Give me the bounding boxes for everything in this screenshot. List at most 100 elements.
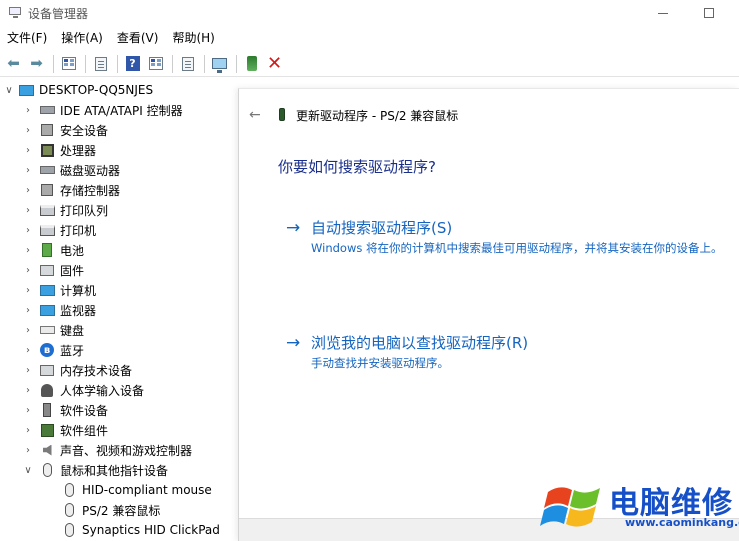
tree-category[interactable]: › 声音、视频和游戏控制器: [23, 440, 192, 460]
tree-category-label: 鼠标和其他指针设备: [60, 463, 169, 478]
tree-category[interactable]: › 内存技术设备: [23, 360, 132, 380]
sound-icon: [39, 443, 55, 458]
chevron-right-icon[interactable]: ›: [23, 245, 33, 256]
auto-search-option[interactable]: → 自动搜索驱动程序(S) Windows 将在你的计算机中搜索最佳可用驱动程序…: [286, 218, 736, 260]
tree-category[interactable]: › 处理器: [23, 140, 96, 160]
tree-category[interactable]: › 安全设备: [23, 120, 108, 140]
wizard-question: 你要如何搜索驱动程序?: [278, 158, 436, 176]
scan-hardware-button[interactable]: [209, 53, 230, 74]
bluetooth-icon: ʙ: [39, 343, 55, 358]
action-pane-button[interactable]: [145, 53, 166, 74]
chevron-right-icon[interactable]: ›: [23, 205, 33, 216]
tree-device[interactable]: PS/2 兼容鼠标: [61, 500, 160, 520]
tree-category-label: 打印队列: [60, 203, 109, 218]
maximize-button[interactable]: [686, 0, 732, 26]
battery-icon: [39, 243, 55, 258]
help-button[interactable]: ?: [122, 53, 143, 74]
chevron-down-icon[interactable]: ∨: [4, 85, 14, 96]
menu-view[interactable]: 查看(V): [110, 28, 166, 48]
chevron-right-icon[interactable]: ›: [23, 385, 33, 396]
tree-category-label: 蓝牙: [60, 343, 85, 358]
tree-category[interactable]: › 存储控制器: [23, 180, 120, 200]
tree-category[interactable]: › ʙ 蓝牙: [23, 340, 84, 360]
chevron-right-icon[interactable]: ›: [23, 425, 33, 436]
chevron-right-icon[interactable]: ›: [23, 265, 33, 276]
software-component-icon: [39, 423, 55, 438]
tree-category-label: 软件设备: [60, 403, 109, 418]
tree-device[interactable]: HID-compliant mouse: [61, 480, 212, 500]
menu-help[interactable]: 帮助(H): [165, 28, 221, 48]
browse-computer-description: 手动查找并安装驱动程序。: [311, 356, 449, 370]
show-hide-console-tree-button[interactable]: [58, 53, 79, 74]
properties-button[interactable]: [90, 53, 111, 74]
print-queue-icon: [39, 203, 55, 218]
device-plug-icon: [246, 56, 257, 71]
tree-category[interactable]: › 计算机: [23, 280, 96, 300]
tree-category-label: 声音、视频和游戏控制器: [60, 443, 193, 458]
menu-file[interactable]: 文件(F): [0, 28, 54, 48]
watermark-url: www.caominkang.com: [625, 516, 739, 529]
uninstall-device-button[interactable]: ✕: [264, 53, 285, 74]
chevron-right-icon[interactable]: ›: [23, 125, 33, 136]
tree-category[interactable]: › 人体学输入设备: [23, 380, 144, 400]
tree-category[interactable]: › 软件组件: [23, 420, 108, 440]
update-driver-button[interactable]: [177, 53, 198, 74]
chevron-right-icon[interactable]: ›: [23, 185, 33, 196]
tree-category[interactable]: › 固件: [23, 260, 84, 280]
tree-category[interactable]: › 键盘: [23, 320, 84, 340]
tree-category-expanded[interactable]: ∨ 鼠标和其他指针设备: [23, 460, 168, 480]
disk-drive-icon: [39, 163, 55, 178]
tree-category[interactable]: › 打印队列: [23, 200, 108, 220]
tree-root[interactable]: ∨ DESKTOP-QQ5NJES: [4, 80, 153, 100]
chevron-right-icon[interactable]: ›: [23, 165, 33, 176]
browse-computer-title[interactable]: 浏览我的电脑以查找驱动程序(R): [311, 333, 528, 353]
chevron-right-icon[interactable]: ›: [23, 365, 33, 376]
chevron-right-icon[interactable]: ›: [23, 345, 33, 356]
tree-root-label: DESKTOP-QQ5NJES: [39, 83, 154, 97]
computer-icon: [18, 83, 34, 98]
tree-category-label: 处理器: [60, 143, 97, 158]
window-title: 设备管理器: [28, 6, 89, 21]
back-arrow-icon[interactable]: ←: [249, 107, 261, 123]
windows-flag-logo: [540, 487, 600, 527]
security-device-icon: [39, 123, 55, 138]
title-bar: 设备管理器: [0, 0, 739, 26]
toolbar-separator: [53, 54, 54, 73]
keyboard-icon: [39, 323, 55, 338]
tree-category-label: IDE ATA/ATAPI 控制器: [60, 103, 183, 118]
add-driver-button[interactable]: [241, 53, 262, 74]
chevron-right-icon[interactable]: ›: [23, 305, 33, 316]
chevron-right-icon[interactable]: ›: [23, 445, 33, 456]
chevron-right-icon[interactable]: ›: [23, 225, 33, 236]
minimize-button[interactable]: [640, 0, 686, 26]
tree-category[interactable]: › 监视器: [23, 300, 96, 320]
chevron-down-icon[interactable]: ∨: [23, 465, 33, 476]
tree-category-label: 计算机: [60, 283, 97, 298]
help-icon: ?: [125, 56, 140, 71]
auto-search-title[interactable]: 自动搜索驱动程序(S): [311, 218, 452, 238]
chevron-right-icon[interactable]: ›: [23, 285, 33, 296]
back-button[interactable]: ⬅: [3, 53, 24, 74]
storage-controller-icon: [39, 183, 55, 198]
toolbar-separator: [172, 54, 173, 73]
update-driver-icon: [181, 56, 194, 71]
tree-device[interactable]: Synaptics HID ClickPad: [61, 520, 220, 540]
chevron-right-icon[interactable]: ›: [23, 405, 33, 416]
tree-device-label: Synaptics HID ClickPad: [82, 523, 220, 537]
minimize-icon: [658, 12, 668, 14]
monitor-icon: [39, 303, 55, 318]
tree-category[interactable]: › 电池: [23, 240, 84, 260]
tree-category-label: 打印机: [60, 223, 97, 238]
chevron-right-icon[interactable]: ›: [23, 105, 33, 116]
forward-button[interactable]: ➡: [26, 53, 47, 74]
browse-computer-option[interactable]: → 浏览我的电脑以查找驱动程序(R) 手动查找并安装驱动程序。: [286, 333, 736, 375]
menu-action[interactable]: 操作(A): [54, 28, 110, 48]
chevron-right-icon[interactable]: ›: [23, 325, 33, 336]
chevron-right-icon[interactable]: ›: [23, 145, 33, 156]
toolbar-separator: [204, 54, 205, 73]
tree-category[interactable]: › 磁盘驱动器: [23, 160, 120, 180]
tree-category[interactable]: › 打印机: [23, 220, 96, 240]
tree-device-label: HID-compliant mouse: [82, 483, 212, 497]
tree-category[interactable]: › 软件设备: [23, 400, 108, 420]
tree-category[interactable]: › IDE ATA/ATAPI 控制器: [23, 100, 183, 120]
